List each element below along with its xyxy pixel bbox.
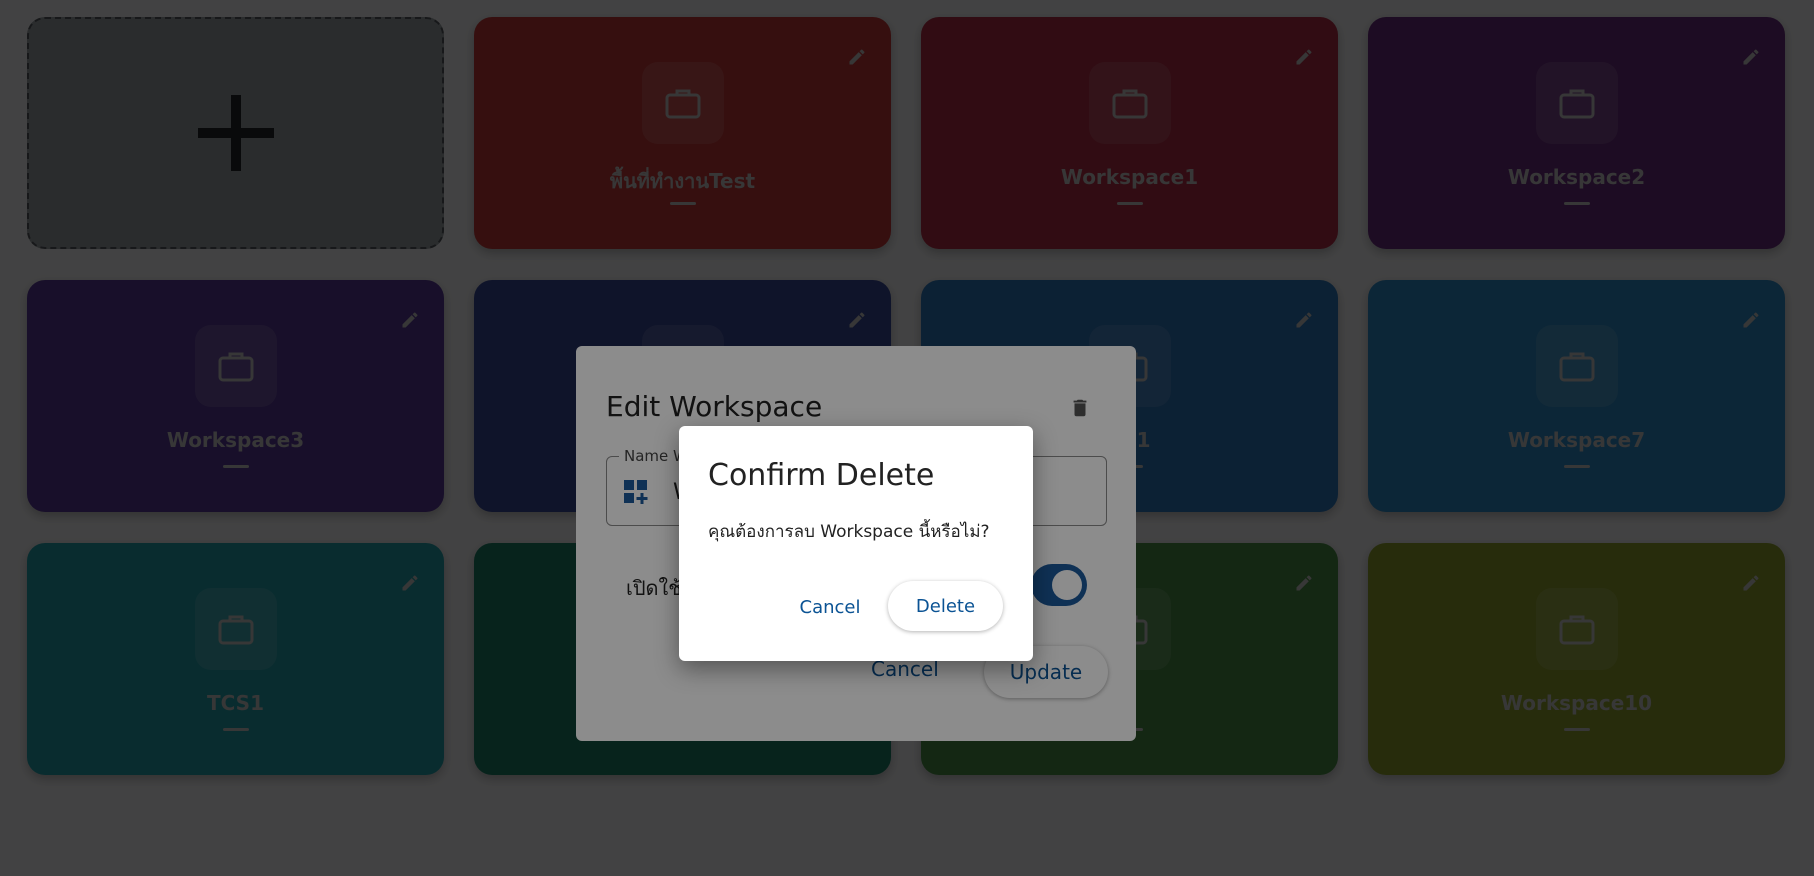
confirm-delete-dialog: Confirm Delete คุณต้องการลบ Workspace นี… bbox=[679, 426, 1033, 661]
confirm-delete-button[interactable]: Delete bbox=[888, 581, 1003, 631]
confirm-dialog-message: คุณต้องการลบ Workspace นี้หรือไม่? bbox=[708, 522, 990, 542]
confirm-cancel-button[interactable]: Cancel bbox=[795, 587, 865, 627]
confirm-dialog-title: Confirm Delete bbox=[708, 458, 935, 493]
